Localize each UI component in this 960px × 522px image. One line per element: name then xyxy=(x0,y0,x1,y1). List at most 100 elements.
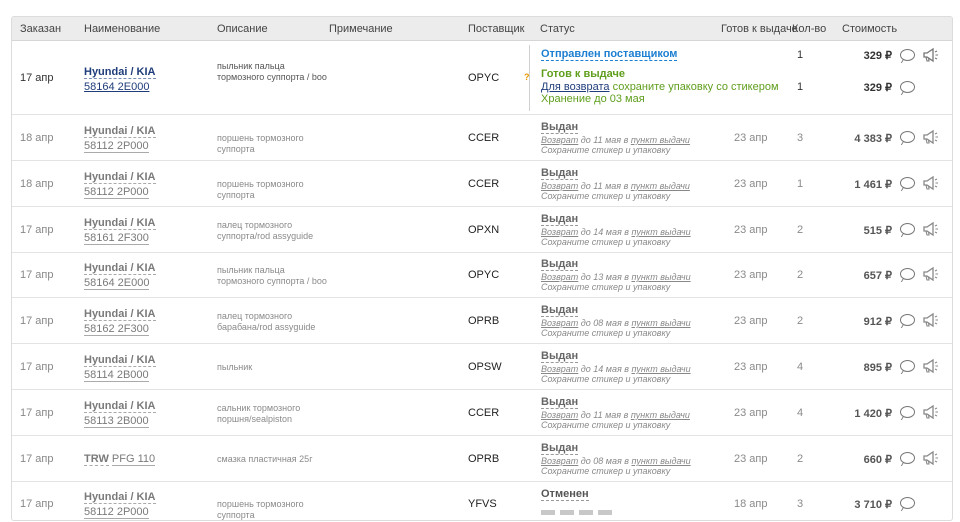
table-row: 18 апр Hyundai / KIA 58112 2P000 поршень… xyxy=(12,161,952,207)
comment-icon[interactable] xyxy=(900,223,915,235)
return-text: сохраните упаковку со стикером xyxy=(609,81,779,93)
part-number-link[interactable]: 58112 2P000 xyxy=(84,140,149,153)
megaphone-icon[interactable] xyxy=(922,129,938,145)
pickup-point-link[interactable]: пункт выдачи xyxy=(631,364,690,374)
return-link[interactable]: Возврат xyxy=(541,364,578,374)
megaphone-icon[interactable] xyxy=(922,175,938,191)
description: поршень тормозного суппорта xyxy=(217,133,304,154)
supplier-code: OPYC xyxy=(468,269,500,281)
comment-icon[interactable] xyxy=(900,452,915,464)
pickup-point-link[interactable]: пункт выдачи xyxy=(631,272,690,282)
table-row: 17 апр Hyundai / KIA 58112 2P000 поршень… xyxy=(12,481,952,520)
megaphone-icon[interactable] xyxy=(922,312,938,328)
brand-link[interactable]: Hyundai / KIA xyxy=(84,354,156,367)
comment-icon[interactable] xyxy=(900,177,915,189)
return-link[interactable]: Возврат xyxy=(541,227,578,237)
orders-table: Заказан Наименование Описание Примечание… xyxy=(11,16,953,521)
brand-link[interactable]: TRW xyxy=(84,453,109,466)
part-number-link[interactable]: 58112 2P000 xyxy=(84,186,149,199)
supplier-code: CCER xyxy=(468,407,500,419)
status-issued-link[interactable]: Выдан xyxy=(541,167,579,180)
comment-icon[interactable] xyxy=(900,131,915,143)
return-link[interactable]: Возврат xyxy=(541,272,578,282)
part-number-link[interactable]: 58113 2B000 xyxy=(84,415,149,428)
status-issued-link[interactable]: Выдан xyxy=(541,350,579,363)
ready-date: 23 апр xyxy=(734,269,768,281)
return-link[interactable]: Возврат xyxy=(541,135,578,145)
status-cancelled[interactable]: Отменен xyxy=(541,488,589,501)
part-number-link[interactable]: 58162 2F300 xyxy=(84,323,149,336)
qty: 1 xyxy=(797,178,804,190)
status-placeholder xyxy=(541,506,617,518)
help-icon[interactable]: ? xyxy=(524,72,530,82)
description: поршень тормозного суппорта xyxy=(217,499,304,520)
return-link[interactable]: Возврат xyxy=(541,456,578,466)
pickup-point-link[interactable]: пункт выдачи xyxy=(631,181,690,191)
megaphone-icon[interactable] xyxy=(922,47,938,63)
return-link[interactable]: Для возврата xyxy=(541,81,610,93)
supplier-code: CCER xyxy=(468,178,500,190)
brand-link[interactable]: Hyundai / KIA xyxy=(84,262,156,275)
keep-note: Сохраните стикер и упаковку xyxy=(541,374,671,384)
megaphone-icon[interactable] xyxy=(922,221,938,237)
status-issued-link[interactable]: Выдан xyxy=(541,121,579,134)
return-link[interactable]: Возврат xyxy=(541,410,578,420)
comment-icon[interactable] xyxy=(900,314,915,326)
comment-icon[interactable] xyxy=(900,49,915,61)
status-sent-link[interactable]: Отправлен поставщиком xyxy=(541,48,678,61)
part-number-link[interactable]: 58164 2E000 xyxy=(84,277,150,290)
part-number-link[interactable]: 58161 2F300 xyxy=(84,232,149,245)
pickup-point-link[interactable]: пункт выдачи xyxy=(631,135,690,145)
megaphone-icon[interactable] xyxy=(922,358,938,374)
status-issued-link[interactable]: Выдан xyxy=(541,304,579,317)
status-issued-link[interactable]: Выдан xyxy=(541,396,579,409)
return-deadline-text: до 11 мая в xyxy=(578,410,631,420)
comment-icon[interactable] xyxy=(900,497,915,509)
supplier-code: OPXN xyxy=(468,224,500,236)
supplier-code: YFVS xyxy=(468,498,497,510)
status-issued-link[interactable]: Выдан xyxy=(541,442,579,455)
order-date: 17 апр xyxy=(20,498,54,510)
pickup-point-link[interactable]: пункт выдачи xyxy=(631,318,690,328)
brand-link[interactable]: Hyundai / KIA xyxy=(84,491,156,504)
qty: 1 xyxy=(797,49,804,61)
status-issued-link[interactable]: Выдан xyxy=(541,258,579,271)
comment-icon[interactable] xyxy=(900,268,915,280)
comment-icon[interactable] xyxy=(900,406,915,418)
megaphone-icon[interactable] xyxy=(922,404,938,420)
brand-link[interactable]: Hyundai / KIA xyxy=(84,217,156,230)
pickup-point-link[interactable]: пункт выдачи xyxy=(631,410,690,420)
brand-link[interactable]: Hyundai / KIA xyxy=(84,171,156,184)
return-deadline-text: до 08 мая в xyxy=(578,318,632,328)
cost: 657 ₽ xyxy=(863,270,892,282)
cost: 1 461 ₽ xyxy=(854,179,892,191)
cost: 1 420 ₽ xyxy=(854,408,892,420)
table-row: 17 апр Hyundai / KIA 58161 2F300 палец т… xyxy=(12,207,952,253)
megaphone-icon[interactable] xyxy=(922,450,938,466)
megaphone-icon[interactable] xyxy=(922,266,938,282)
pickup-point-link[interactable]: пункт выдачи xyxy=(631,227,690,237)
brand-link[interactable]: Hyundai / KIA xyxy=(84,66,156,79)
ready-date: 23 апр xyxy=(734,315,768,327)
pickup-point-link[interactable]: пункт выдачи xyxy=(631,456,690,466)
return-link[interactable]: Возврат xyxy=(541,318,578,328)
part-number-link[interactable]: PFG 110 xyxy=(111,453,156,466)
brand-link[interactable]: Hyundai / KIA xyxy=(84,308,156,321)
part-number-link[interactable]: 58112 2P000 xyxy=(84,506,149,519)
ready-date: 23 апр xyxy=(734,224,768,236)
keep-note: Сохраните стикер и упаковку xyxy=(541,191,671,201)
cost: 3 710 ₽ xyxy=(854,499,892,511)
status-issued-link[interactable]: Выдан xyxy=(541,213,579,226)
supplier-code: CCER xyxy=(468,132,500,144)
part-number-link[interactable]: 58164 2E000 xyxy=(84,81,149,93)
keep-note: Сохраните стикер и упаковку xyxy=(541,145,671,155)
comment-icon[interactable] xyxy=(900,81,915,93)
brand-link[interactable]: Hyundai / KIA xyxy=(84,400,156,413)
return-link[interactable]: Возврат xyxy=(541,181,578,191)
part-number-link[interactable]: 58114 2B000 xyxy=(84,369,149,382)
col-cost: Стоимость xyxy=(842,23,898,35)
order-date: 17 апр xyxy=(20,407,54,419)
brand-link[interactable]: Hyundai / KIA xyxy=(84,125,156,138)
table-header: Заказан Наименование Описание Примечание… xyxy=(12,17,952,41)
comment-icon[interactable] xyxy=(900,360,915,372)
